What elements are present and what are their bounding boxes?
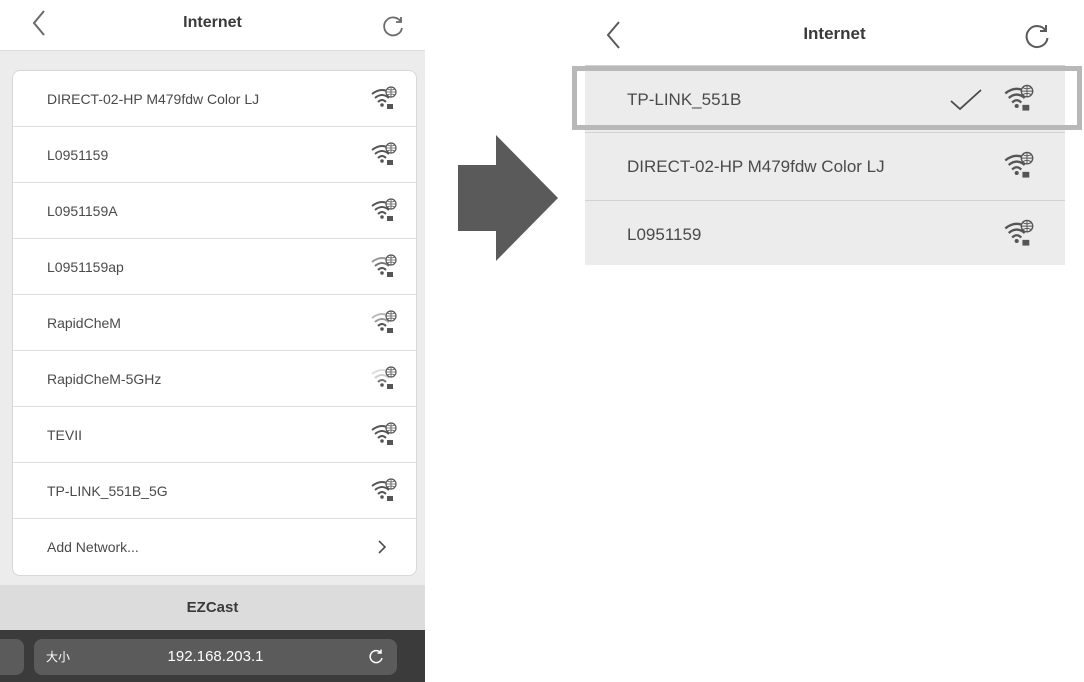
network-name: RapidCheM-5GHz <box>47 371 162 387</box>
root: Internet DIRECT-02-HP M479fdw Color LJ L… <box>0 0 1084 682</box>
network-name: L0951159 <box>627 225 702 244</box>
wifi-locked-icon <box>371 86 397 109</box>
wifi-locked-icon <box>371 366 397 389</box>
network-list: TP-LINK_551B DIRECT-02-HP M479fdw Color … <box>585 65 1065 265</box>
network-name: L0951159 <box>47 147 109 163</box>
network-list: DIRECT-02-HP M479fdw Color LJ L0951159 L… <box>12 70 417 576</box>
right-header: Internet <box>585 0 1084 65</box>
add-network-label: Add Network... <box>47 539 139 555</box>
network-name: DIRECT-02-HP M479fdw Color LJ <box>47 91 260 107</box>
network-name: L0951159A <box>47 203 118 219</box>
wifi-locked-icon <box>371 254 397 277</box>
network-row[interactable]: L0951159 <box>13 127 416 183</box>
page-title: Internet <box>183 14 242 31</box>
wifi-locked-icon <box>371 422 397 445</box>
arrow-right-icon <box>458 135 558 261</box>
network-row-connected[interactable]: TP-LINK_551B <box>585 65 1065 133</box>
network-name: L0951159ap <box>47 259 124 275</box>
network-name: TP-LINK_551B_5G <box>47 483 168 499</box>
reload-icon[interactable] <box>367 648 385 666</box>
network-row[interactable]: DIRECT-02-HP M479fdw Color LJ <box>13 71 416 127</box>
previous-tab[interactable] <box>0 639 24 675</box>
network-row[interactable]: RapidCheM-5GHz <box>13 351 416 407</box>
left-screen: Internet DIRECT-02-HP M479fdw Color LJ L… <box>0 0 425 682</box>
network-name: DIRECT-02-HP M479fdw Color LJ <box>627 157 885 176</box>
app-footer-title: EZCast <box>0 585 425 630</box>
network-row[interactable]: TEVII <box>13 407 416 463</box>
refresh-icon[interactable] <box>1023 22 1051 50</box>
wifi-locked-icon <box>371 478 397 501</box>
network-row[interactable]: DIRECT-02-HP M479fdw Color LJ <box>585 133 1065 201</box>
url-text: 192.168.203.1 <box>167 648 264 665</box>
network-row[interactable]: RapidCheM <box>13 295 416 351</box>
wifi-locked-icon <box>371 198 397 221</box>
add-network-row[interactable]: Add Network... <box>13 519 416 575</box>
refresh-icon[interactable] <box>381 14 405 38</box>
network-row[interactable]: L0951159ap <box>13 239 416 295</box>
chevron-right-icon <box>378 540 387 554</box>
wifi-locked-icon <box>371 310 397 333</box>
wifi-locked-icon <box>371 142 397 165</box>
page-title: Internet <box>803 24 866 43</box>
browser-toolbar: 大小 192.168.203.1 <box>0 630 425 682</box>
wifi-locked-icon <box>1004 151 1034 178</box>
network-row[interactable]: L0951159A <box>13 183 416 239</box>
address-bar[interactable]: 大小 192.168.203.1 <box>34 639 397 675</box>
right-screen: Internet TP-LINK_551B DIRECT-02-HP M479f… <box>585 0 1084 265</box>
wifi-locked-icon <box>1004 219 1034 246</box>
checkmark-icon <box>950 89 982 111</box>
network-name: TEVII <box>47 427 83 443</box>
left-header: Internet <box>0 0 425 51</box>
network-name: TP-LINK_551B <box>627 90 742 109</box>
network-row[interactable]: L0951159 <box>585 201 1065 265</box>
wifi-locked-icon <box>1004 84 1034 111</box>
network-name: RapidCheM <box>47 315 121 331</box>
network-row[interactable]: TP-LINK_551B_5G <box>13 463 416 519</box>
